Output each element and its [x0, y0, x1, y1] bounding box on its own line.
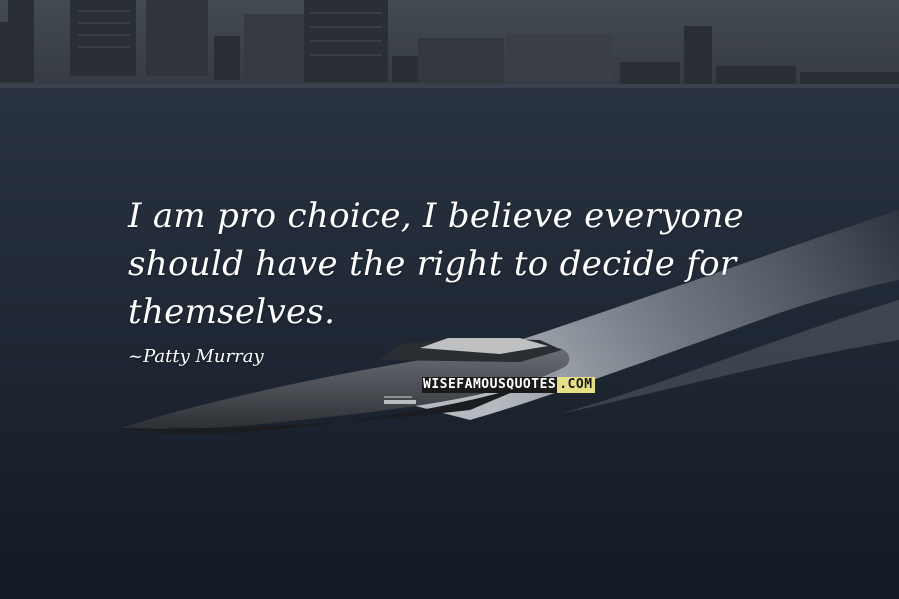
quote-line: I am pro choice, I believe everyone [128, 196, 744, 236]
quote-text: I am pro choice, I believe everyone shou… [128, 192, 828, 336]
watermark-domain: .COM [557, 377, 595, 393]
quote-line: themselves. [128, 292, 336, 332]
quote-line: should have the right to decide for [128, 244, 737, 284]
watermark-logo: WISEFAMOUSQUOTES .COM [419, 377, 598, 393]
quote-author: ~Patty Murray [128, 346, 264, 367]
quote-image: I am pro choice, I believe everyone shou… [0, 0, 899, 599]
watermark-text: WISEFAMOUSQUOTES [422, 377, 558, 393]
